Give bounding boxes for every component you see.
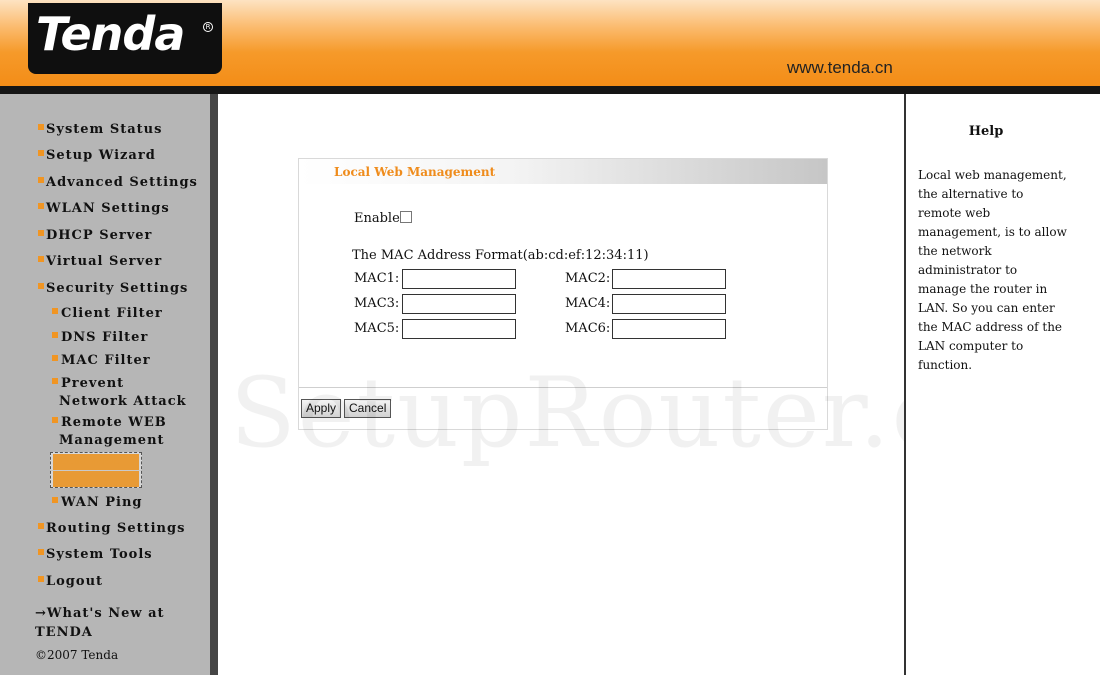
sidebar-subitem-local-web-management[interactable]: Local WEB Management (50, 452, 142, 488)
bullet-icon (52, 355, 58, 361)
sidebar-subitem-dns-filter[interactable]: DNS Filter (52, 329, 148, 347)
sidebar-item-system-tools[interactable]: System Tools (38, 546, 153, 564)
apply-button[interactable]: Apply (301, 399, 342, 418)
mac3-input[interactable] (402, 294, 516, 314)
sidebar-item-setup-wizard[interactable]: Setup Wizard (38, 147, 156, 165)
bullet-icon (38, 203, 44, 209)
sidebar-item-advanced-settings[interactable]: Advanced Settings (38, 174, 198, 192)
mac-format-hint: The MAC Address Format(ab:cd:ef:12:34:11… (352, 248, 649, 263)
whats-new-link[interactable]: →What's New at TENDA (35, 604, 185, 642)
mac6-label: MAC6: (565, 321, 611, 336)
bullet-icon (38, 124, 44, 130)
main-content: Local Web Management Enable The MAC Addr… (218, 94, 904, 675)
bullet-icon (38, 150, 44, 156)
bullet-icon (38, 230, 44, 236)
sidebar-item-system-status[interactable]: System Status (38, 121, 162, 139)
mac2-input[interactable] (612, 269, 726, 289)
bullet-icon (38, 177, 44, 183)
bullet-icon (52, 308, 58, 314)
enable-label: Enable (354, 211, 400, 226)
mac2-label: MAC2: (565, 271, 611, 286)
bullet-icon (38, 256, 44, 262)
help-text: Local web management, the alternative to… (918, 168, 1067, 372)
mac1-input[interactable] (402, 269, 516, 289)
bullet-icon (52, 417, 58, 423)
bullet-icon (38, 549, 44, 555)
logo-text: Tenda (36, 7, 185, 61)
registered-mark-icon: R (203, 22, 213, 32)
panel-divider (299, 387, 827, 388)
bullet-icon (52, 378, 58, 384)
sidebar-subitem-wan-ping[interactable]: WAN Ping (52, 494, 143, 512)
help-title: Help (968, 124, 1004, 139)
sidebar-item-logout[interactable]: Logout (38, 573, 103, 591)
sidebar-item-wlan-settings[interactable]: WLAN Settings (38, 200, 170, 218)
tenda-logo: Tenda (28, 3, 222, 74)
header-divider (0, 86, 1100, 94)
mac4-label: MAC4: (565, 296, 611, 311)
panel-title: Local Web Management (334, 165, 496, 179)
help-panel: Help Local web management, the alternati… (904, 94, 1100, 675)
sidebar-item-virtual-server[interactable]: Virtual Server (38, 253, 162, 271)
mac5-input[interactable] (402, 319, 516, 339)
site-url[interactable]: www.tenda.cn (787, 58, 893, 78)
mac1-label: MAC1: (354, 271, 400, 286)
panel-title-bar: Local Web Management (299, 159, 827, 184)
sidebar-item-dhcp-server[interactable]: DHCP Server (38, 227, 152, 245)
sidebar-subitem-prevent-network-attack[interactable]: Prevent Network Attack (52, 375, 187, 411)
cancel-button[interactable]: Cancel (344, 399, 392, 418)
bullet-icon (38, 576, 44, 582)
local-web-management-panel: Local Web Management Enable The MAC Addr… (298, 158, 828, 430)
sidebar-item-routing-settings[interactable]: Routing Settings (38, 520, 185, 538)
sidebar-subitem-client-filter[interactable]: Client Filter (52, 305, 163, 323)
sidebar-item-security-settings[interactable]: Security Settings (38, 280, 188, 298)
sidebar-subitem-mac-filter[interactable]: MAC Filter (52, 352, 151, 370)
bullet-icon (38, 523, 44, 529)
mac6-input[interactable] (612, 319, 726, 339)
bullet-icon (52, 497, 58, 503)
bullet-icon (52, 332, 58, 338)
copyright-text: ©2007 Tenda (35, 648, 119, 662)
header-banner: Tenda R www.tenda.cn (0, 0, 1100, 90)
mac3-label: MAC3: (354, 296, 400, 311)
bullet-icon (38, 283, 44, 289)
sidebar-subitem-remote-web-management[interactable]: Remote WEB Management (52, 414, 167, 450)
enable-checkbox[interactable] (400, 211, 412, 223)
mac4-input[interactable] (612, 294, 726, 314)
panel-body: Enable The MAC Address Format(ab:cd:ef:1… (299, 184, 827, 387)
mac5-label: MAC5: (354, 321, 400, 336)
